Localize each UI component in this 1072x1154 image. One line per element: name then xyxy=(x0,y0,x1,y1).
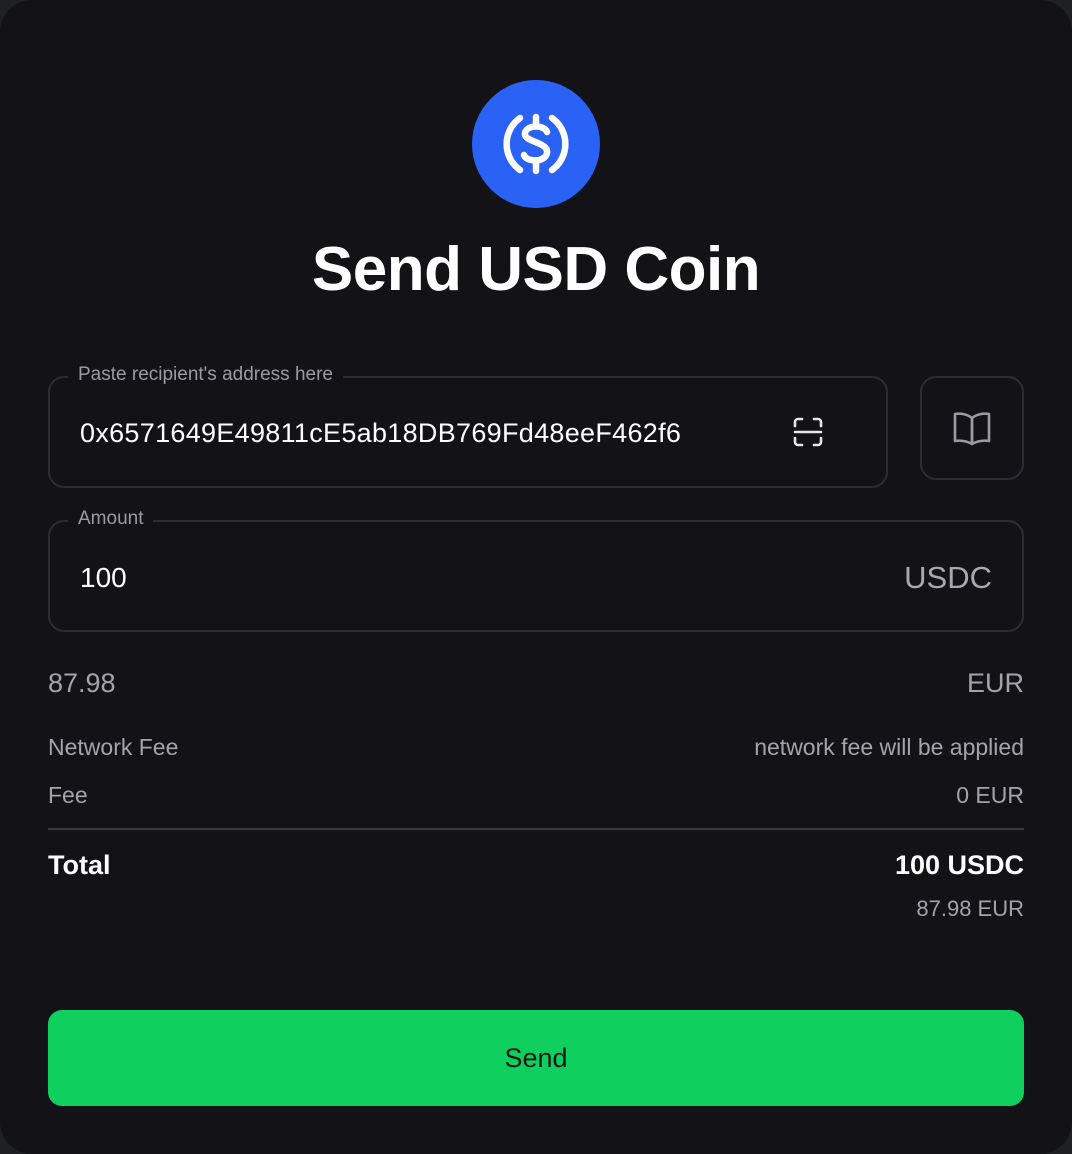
scan-qr-button[interactable] xyxy=(790,414,826,450)
send-panel: Send USD Coin Paste recipient's address … xyxy=(0,0,1072,1154)
total-label: Total xyxy=(48,850,111,880)
amount-unit: USDC xyxy=(904,560,992,595)
send-button[interactable]: Send xyxy=(48,1010,1024,1106)
divider xyxy=(48,828,1024,830)
total-row: Total 100 USDC xyxy=(48,850,1024,881)
fee-value: 0 EUR xyxy=(956,782,1024,808)
fiat-value: 87.98 xyxy=(48,668,116,698)
address-book-button[interactable] xyxy=(920,376,1024,480)
page-title: Send USD Coin xyxy=(311,235,761,304)
network-fee-value: network fee will be applied xyxy=(754,734,1024,760)
recipient-address-field[interactable]: Paste recipient's address here 0x6571649… xyxy=(48,364,888,488)
amount-label: Amount xyxy=(68,508,154,530)
amount-input[interactable]: 100 xyxy=(80,562,127,594)
total-value: 100 USDC xyxy=(894,850,1024,880)
recipient-address-input[interactable]: 0x6571649E49811cE5ab18DB769Fd48eeF462f6 xyxy=(80,418,681,449)
usdc-logo-icon xyxy=(472,80,600,208)
scan-icon xyxy=(793,417,823,447)
recipient-address-label: Paste recipient's address here xyxy=(68,364,343,386)
fiat-currency: EUR xyxy=(966,668,1024,698)
fee-label: Fee xyxy=(48,782,88,808)
amount-field[interactable]: Amount 100 USDC xyxy=(48,508,1024,632)
total-fiat-value: 87.98 EUR xyxy=(916,896,1024,921)
book-icon xyxy=(953,412,991,446)
fiat-equivalent-row: 87.98 EUR xyxy=(48,668,1024,699)
network-fee-row: Network Fee network fee will be applied xyxy=(48,734,1024,761)
fee-row: Fee 0 EUR xyxy=(48,782,1024,809)
network-fee-label: Network Fee xyxy=(48,734,179,760)
